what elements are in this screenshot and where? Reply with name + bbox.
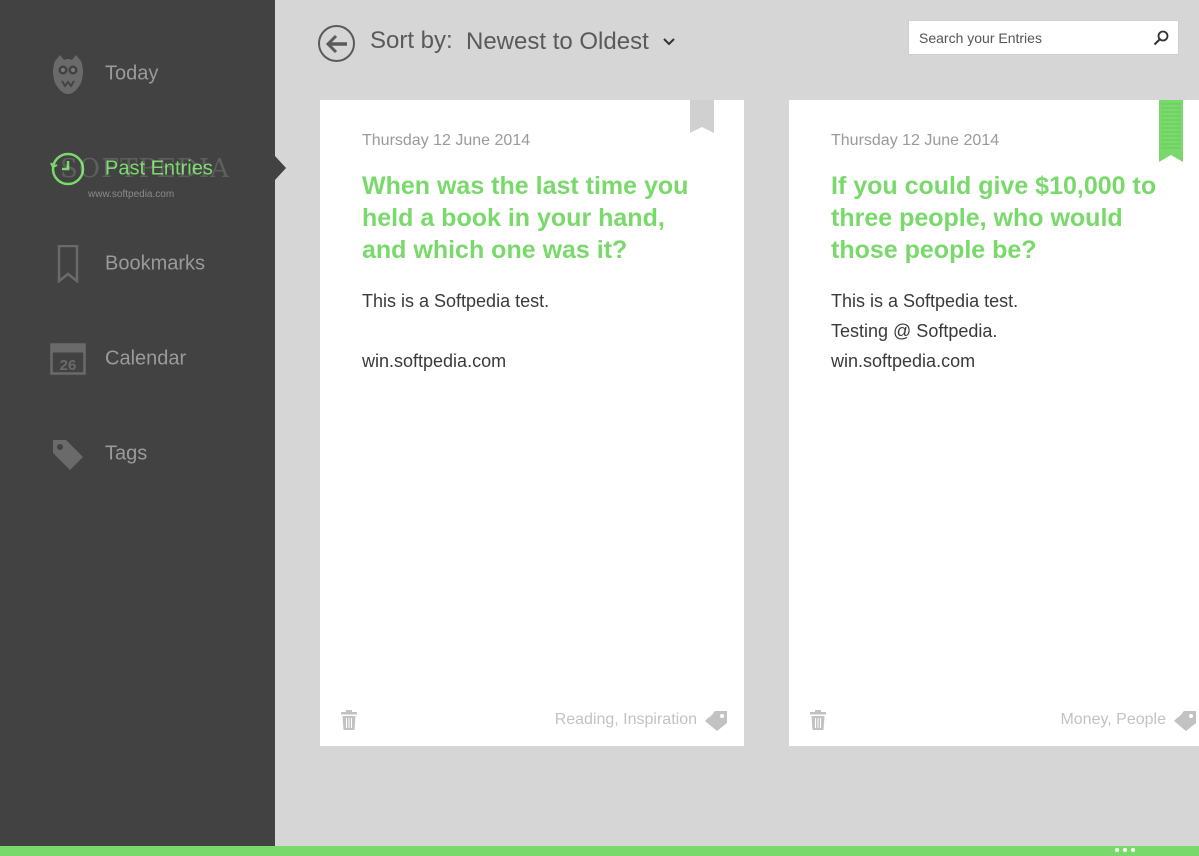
entry-card[interactable]: Thursday 12 June 2014 If you could give … [789, 100, 1199, 746]
calendar-icon: 26 [48, 339, 88, 379]
sidebar: Today Past Entries SOFTPEDIA www.softped… [0, 0, 275, 846]
tag-icon[interactable] [704, 710, 728, 732]
search-box [908, 20, 1179, 55]
tag-icon [48, 434, 88, 474]
entry-tags[interactable]: Money, People [1060, 711, 1166, 729]
sort-label: Sort by: [370, 27, 453, 54]
sidebar-item-label: Bookmarks [105, 252, 206, 275]
softpedia-watermark: SOFTPEDIA [60, 154, 230, 184]
sort-value: Newest to Oldest [466, 28, 649, 55]
dot [1115, 848, 1119, 852]
back-button[interactable] [318, 25, 355, 62]
sidebar-item-today[interactable]: Today [0, 39, 275, 109]
entry-title[interactable]: If you could give $10,000 to three peopl… [831, 170, 1181, 266]
watermark-url: www.softpedia.com [88, 189, 175, 200]
trash-icon[interactable] [810, 710, 826, 730]
sidebar-item-calendar[interactable]: 26 Calendar [0, 324, 275, 394]
active-nav-pointer [275, 156, 286, 180]
bookmark-ribbon-icon[interactable] [1159, 100, 1183, 167]
sidebar-item-label: Calendar [105, 347, 187, 370]
entry-body-line [362, 316, 549, 346]
entry-body-line: Testing @ Softpedia. [831, 321, 998, 341]
entry-body-line: This is a Softpedia test. [362, 291, 550, 311]
back-arrow-icon [325, 34, 348, 54]
entry-date: Thursday 12 June 2014 [362, 132, 531, 149]
entry-body-line: win.softpedia.com [362, 351, 507, 371]
app-bar[interactable] [0, 846, 1199, 856]
entry-body-line: This is a Softpedia test. [831, 291, 1019, 311]
bookmark-ribbon-icon[interactable] [690, 100, 714, 138]
search-icon [1153, 30, 1169, 46]
search-button[interactable] [1144, 21, 1178, 54]
entry-title[interactable]: When was the last time you held a book i… [362, 170, 712, 266]
entry-body: This is a Softpedia test. win.softpedia.… [362, 286, 549, 376]
entry-card[interactable]: Thursday 12 June 2014 When was the last … [320, 100, 744, 746]
sort-dropdown[interactable]: Newest to Oldest [466, 27, 675, 57]
bookmark-icon [48, 244, 88, 284]
entry-date: Thursday 12 June 2014 [831, 132, 1000, 149]
entry-tags[interactable]: Reading, Inspiration [555, 711, 697, 729]
owl-icon [48, 54, 88, 94]
sidebar-item-tags[interactable]: Tags [0, 419, 275, 489]
sidebar-item-label: Today [105, 62, 159, 85]
sidebar-item-bookmarks[interactable]: Bookmarks [0, 229, 275, 299]
chevron-down-icon [663, 36, 675, 48]
sidebar-item-label: Tags [105, 442, 148, 465]
calendar-icon-day: 26 [60, 357, 77, 374]
dot [1123, 848, 1127, 852]
dot [1131, 848, 1135, 852]
entry-body-line: win.softpedia.com [831, 351, 976, 371]
more-options-icon[interactable] [1115, 848, 1135, 852]
trash-icon[interactable] [341, 710, 357, 730]
search-input[interactable] [909, 21, 1145, 54]
entry-body: This is a Softpedia test. Testing @ Soft… [831, 286, 1018, 376]
tag-icon[interactable] [1173, 710, 1197, 732]
